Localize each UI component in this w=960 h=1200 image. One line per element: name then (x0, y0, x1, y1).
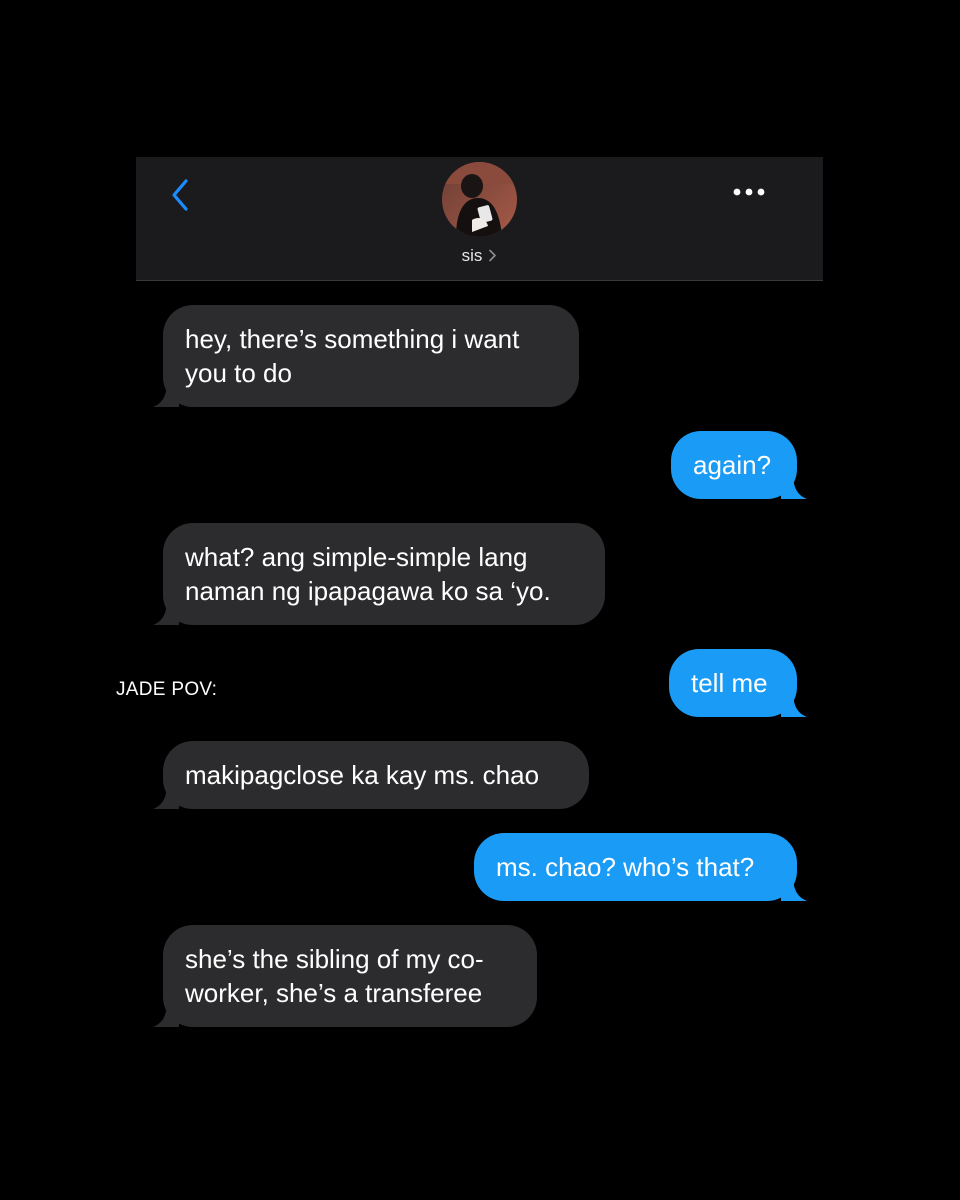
message-bubble-outgoing: ms. chao? who’s that? (474, 833, 807, 901)
bubble-tail (153, 1001, 179, 1027)
message-bubble-incoming: makipagclose ka kay ms. chao (153, 741, 589, 809)
message-line: what? ang simple-simple lang (185, 542, 528, 572)
message-line: makipagclose ka kay ms. chao (185, 760, 540, 790)
bubble-tail (153, 599, 179, 625)
bubble-tail (781, 691, 807, 717)
bubble-tail (781, 875, 807, 901)
message-line: again? (693, 450, 772, 480)
message-line: naman ng ipapagawa ko sa ‘yo. (185, 576, 551, 606)
bubble-tail (781, 473, 807, 499)
message-bubble-incoming: hey, there’s something i want you to do (153, 305, 579, 407)
contact-name-label: sis (461, 246, 483, 265)
message-line: she’s the sibling of my co- (185, 944, 484, 974)
pov-caption: JADE POV: (116, 679, 218, 700)
avatar-photo-icon (442, 162, 517, 237)
bubble-tail (153, 381, 179, 407)
message-bubble-incoming: she’s the sibling of my co- worker, she’… (153, 925, 537, 1027)
message-line: worker, she’s a transferee (185, 978, 483, 1008)
chevron-right-icon (488, 247, 497, 267)
contact-name[interactable]: sis (136, 246, 823, 267)
message-line: you to do (185, 358, 292, 388)
message-bubble-outgoing: tell me (669, 649, 807, 717)
chevron-left-icon (172, 179, 188, 211)
bubble-tail (153, 783, 179, 809)
message-line: tell me (691, 668, 768, 698)
message-bubble-incoming: what? ang simple-simple lang naman ng ip… (153, 523, 605, 625)
message-line: ms. chao? who’s that? (496, 852, 755, 882)
conversation-header: sis (136, 157, 823, 281)
back-button[interactable] (166, 175, 198, 215)
message-line: hey, there’s something i want (185, 324, 520, 354)
message-bubble-outgoing: again? (671, 431, 807, 499)
ellipsis-icon (733, 188, 765, 196)
more-options-button[interactable] (729, 181, 769, 203)
avatar[interactable] (442, 162, 517, 237)
